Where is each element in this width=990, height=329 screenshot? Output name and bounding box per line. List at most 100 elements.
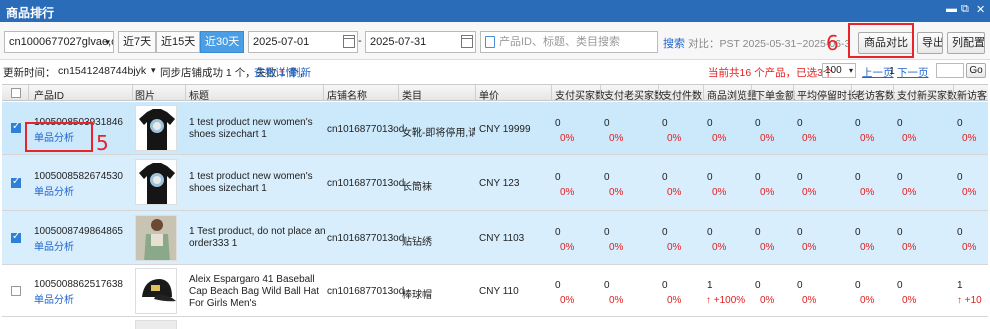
product-title-line: order333 1: [189, 238, 238, 249]
update-time-label: 更新时间：: [3, 67, 56, 79]
table-row[interactable]: 1005008749864865 单品分析 1 Test product, do…: [2, 211, 988, 265]
row-checkbox[interactable]: [11, 121, 21, 133]
page-jump-input[interactable]: [936, 63, 964, 78]
header-product-id[interactable]: 产品ID: [34, 87, 64, 102]
metric-page-views: 1: [707, 280, 713, 291]
header-price[interactable]: 单价: [479, 87, 499, 102]
header-category[interactable]: 类目: [402, 87, 422, 102]
single-analysis-link[interactable]: 单品分析: [34, 183, 74, 198]
page-number: 1: [889, 65, 895, 77]
chevron-down-icon: ▾: [848, 66, 853, 75]
category: 长筒袜: [402, 182, 432, 193]
header-paying-old-buyers[interactable]: 支付老买家数: [604, 87, 664, 102]
range-15d-button[interactable]: 近15天: [156, 31, 200, 53]
next-page-link[interactable]: 下一页: [897, 65, 929, 80]
single-analysis-link[interactable]: 单品分析: [34, 291, 74, 306]
annotation-box-single-analysis: [25, 122, 93, 152]
search-placeholder: 产品ID、标题、类目搜索: [499, 36, 620, 48]
page-size-select[interactable]: 100 ▾: [822, 63, 856, 78]
change-paid-items: 0%: [667, 295, 682, 306]
end-date-input[interactable]: 2025-07-31: [365, 31, 476, 53]
header-new-visitors[interactable]: 新访客: [957, 87, 988, 102]
search-input[interactable]: 产品ID、标题、类目搜索: [480, 31, 658, 53]
table-header: 产品ID 图片 标题 店铺名称 类目 单价 支付买家数 支付老买家数 支付件数 …: [2, 85, 988, 102]
product-image[interactable]: [135, 159, 177, 205]
account-chevron-icon[interactable]: ▾: [151, 65, 156, 76]
annotation-box-compare-button: [848, 23, 914, 58]
product-id: 1005008749864865: [34, 226, 123, 237]
metric-old-visitors: 0: [855, 280, 861, 291]
header-old-visitors[interactable]: 老访客数: [855, 87, 895, 102]
product-image[interactable]: [135, 215, 177, 261]
change-old-visitors: 0%: [860, 295, 875, 306]
restore-icon[interactable]: ⧉: [961, 3, 969, 16]
change-paid-items: 0%: [667, 242, 682, 253]
range-7d-button[interactable]: 近7天: [118, 31, 156, 53]
header-page-views[interactable]: 商品浏览量: [707, 87, 757, 102]
metric-order-amount: 0: [755, 118, 761, 129]
close-icon[interactable]: ✕: [976, 3, 985, 16]
metric-paying-old-buyers: 0: [604, 172, 610, 183]
metric-old-visitors: 0: [855, 118, 861, 129]
column-config-button[interactable]: 列配置: [947, 32, 985, 54]
compare-period-text: 对比：PST 2025-05-31~2025-06-30: [688, 38, 848, 50]
metric-paying-buyers: 0: [555, 172, 561, 183]
window-title: 商品排行: [6, 6, 55, 20]
product-title-line: 1 test product new women's: [189, 117, 313, 128]
refresh-link[interactable]: 刷新: [290, 65, 311, 80]
table-row[interactable]: 1005008862517638 单品分析 Aleix Espargaro 41…: [2, 265, 988, 317]
single-analysis-link[interactable]: 单品分析: [34, 238, 74, 253]
start-date-input[interactable]: 2025-07-01: [248, 31, 358, 53]
calendar-icon[interactable]: [461, 35, 473, 48]
metric-old-visitors: 0: [855, 172, 861, 183]
product-image[interactable]: [135, 268, 177, 314]
header-store[interactable]: 店铺名称: [327, 87, 367, 102]
table-row[interactable]: 1005008503931846 单品分析 1 test product new…: [2, 102, 988, 155]
table-row[interactable]: [2, 317, 988, 329]
row-checkbox[interactable]: [11, 176, 21, 188]
row-checkbox[interactable]: [11, 286, 21, 296]
table-row[interactable]: 1005008582674530 单品分析 1 test product new…: [2, 155, 988, 211]
range-30d-button[interactable]: 近30天: [200, 31, 244, 53]
metric-page-views: 0: [707, 172, 713, 183]
product-title-line: shoes sizechart 1: [189, 129, 267, 140]
metric-new-visitors: 0: [957, 118, 963, 129]
change-avg-stay: 0%: [802, 133, 817, 144]
header-order-amount[interactable]: 下单金额: [755, 87, 795, 102]
product-id: 1005008582674530: [34, 171, 123, 182]
header-image[interactable]: 图片: [135, 87, 155, 102]
metric-page-views: 0: [707, 227, 713, 238]
header-new-buyers[interactable]: 支付新买家数: [897, 87, 957, 102]
change-paying-buyers: 0%: [560, 295, 575, 306]
header-paid-items[interactable]: 支付件数: [662, 87, 702, 102]
change-old-visitors: 0%: [860, 242, 875, 253]
header-avg-stay[interactable]: 平均停留时长: [797, 87, 857, 102]
minimize-icon[interactable]: ▬: [946, 3, 957, 15]
metric-new-buyers: 0: [897, 172, 903, 183]
go-button[interactable]: Go: [966, 63, 986, 78]
row-checkbox[interactable]: [11, 231, 21, 243]
search-button[interactable]: 搜索: [663, 35, 685, 51]
baseball-cap-icon: [136, 269, 176, 313]
change-paying-old-buyers: 0%: [609, 242, 624, 253]
category: 棒球帽: [402, 290, 432, 301]
product-image[interactable]: [135, 105, 177, 151]
tshirt-icon: [136, 106, 176, 150]
export-button[interactable]: 导出: [917, 32, 943, 54]
product-title-line: 1 test product new women's: [189, 171, 313, 182]
product-image[interactable]: [135, 320, 177, 329]
calendar-icon[interactable]: [343, 35, 355, 48]
header-paying-buyers[interactable]: 支付买家数: [555, 87, 605, 102]
person-photo-icon: [136, 216, 176, 260]
select-all-checkbox[interactable]: [11, 88, 21, 98]
metric-order-amount: 0: [755, 172, 761, 183]
change-avg-stay: 0%: [802, 242, 817, 253]
change-new-visitors: 0%: [962, 133, 977, 144]
product-title-line: Aleix Espargaro 41 Baseball: [189, 274, 315, 285]
change-paying-old-buyers: 0%: [609, 187, 624, 198]
change-order-amount: 0%: [760, 187, 775, 198]
header-title[interactable]: 标题: [189, 87, 209, 102]
status-bar: 更新时间： cn1541248744bjyk ▾ 同步店铺成功 1 个，失败 1…: [0, 60, 990, 82]
store-select[interactable]: cn1000677027glvae,cn10 ▾: [4, 31, 114, 53]
change-new-visitors: 0%: [962, 242, 977, 253]
